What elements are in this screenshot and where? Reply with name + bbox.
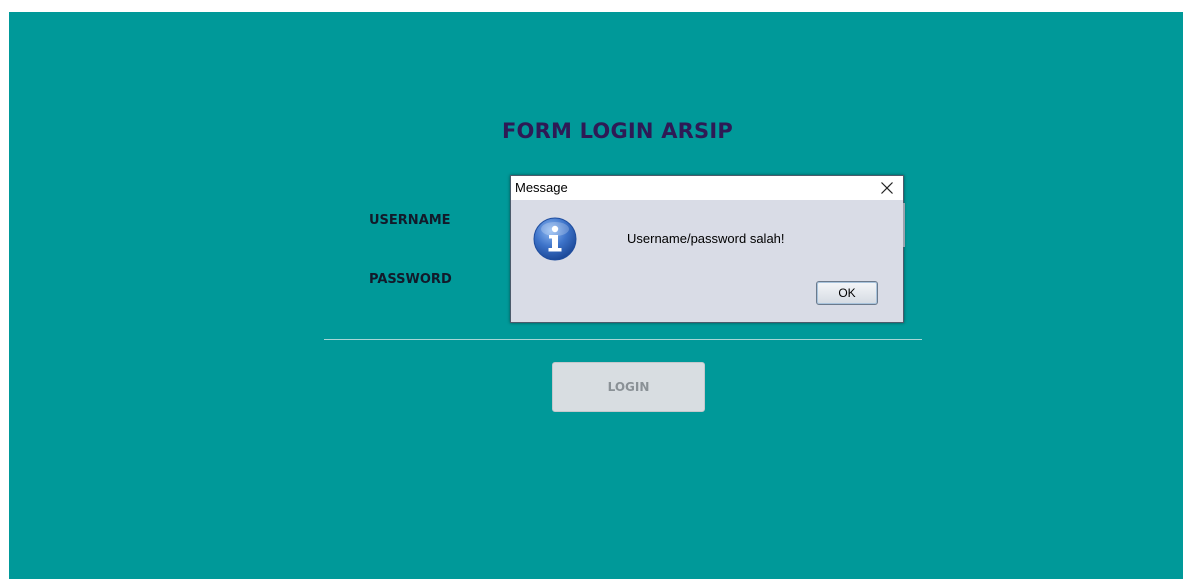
dialog-title: Message [515,180,568,195]
divider [324,339,922,340]
password-label: PASSWORD [369,272,452,287]
username-label: USERNAME [369,213,451,228]
close-icon[interactable] [876,177,898,199]
dialog-scrollbar[interactable] [903,203,905,247]
login-button[interactable]: LOGIN [552,362,705,412]
info-icon [533,217,577,261]
form-title: FORM LOGIN ARSIP [502,119,733,143]
dialog-message: Username/password salah! [627,231,785,246]
message-dialog: Message Username/password salah! OK [510,175,905,323]
dialog-titlebar: Message [511,176,903,200]
ok-button[interactable]: OK [816,281,878,305]
